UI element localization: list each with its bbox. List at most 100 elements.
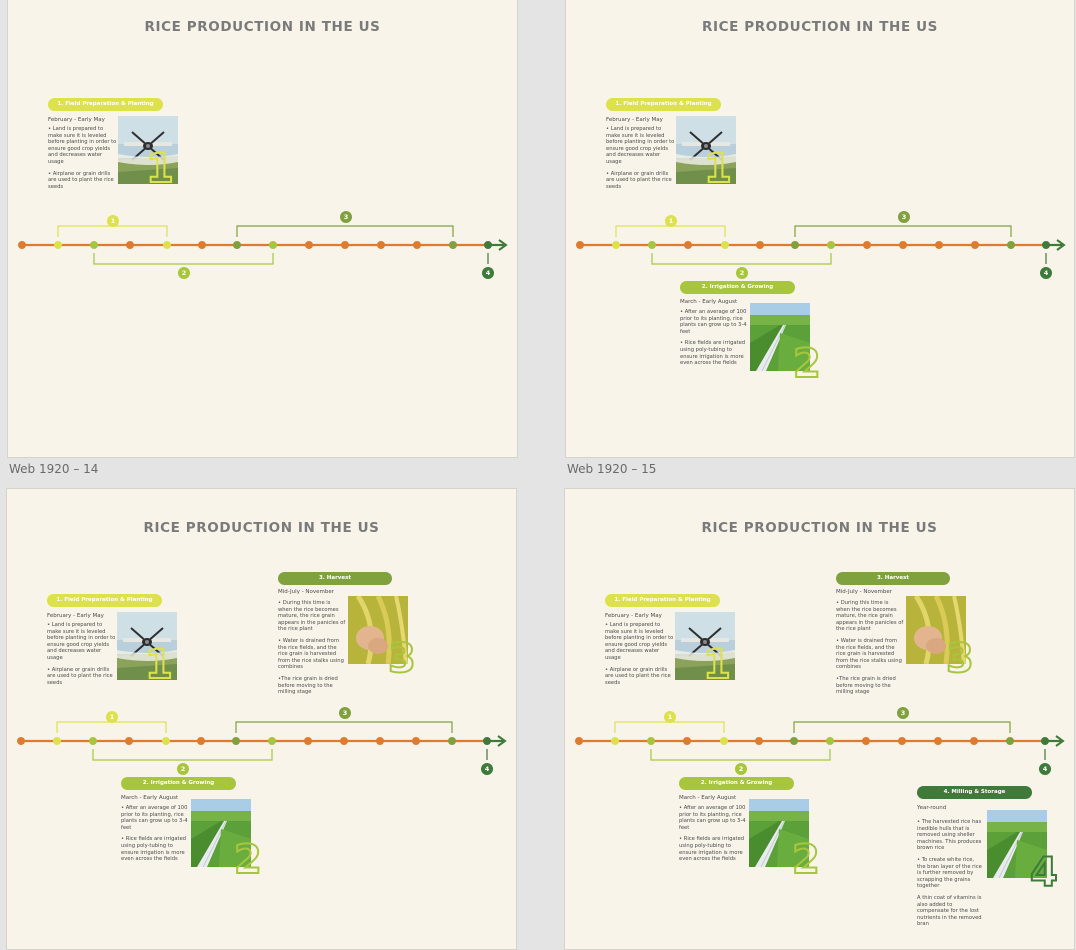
timeline-dot <box>791 241 799 249</box>
timeline-dot <box>197 737 205 745</box>
bullet-text: • During this time is when the rice beco… <box>836 600 904 633</box>
timeline-dot <box>17 737 25 745</box>
timeline-dot <box>126 241 134 249</box>
timeline-dot <box>376 737 384 745</box>
timeline-dot <box>935 241 943 249</box>
timeline-dot <box>934 737 942 745</box>
timeline-dot <box>1042 241 1050 249</box>
timeline-dot <box>683 737 691 745</box>
bullet-text: • After an average of 100 prior to its p… <box>121 805 188 831</box>
stage-marker-3: 3 <box>340 211 352 223</box>
timeline-dot <box>162 737 170 745</box>
timeline-dot <box>269 241 277 249</box>
timeline-dot <box>484 241 492 249</box>
timeline-dot <box>576 241 584 249</box>
timeline-dot <box>684 241 692 249</box>
timeline-dot <box>198 241 206 249</box>
bracket-stage-1 <box>615 225 726 237</box>
step-2-date: March - Early August <box>121 795 179 801</box>
artboard-frame-c[interactable]: RICE PRODUCTION IN THE US 1234 1. Field … <box>6 488 517 950</box>
step-3-bullets: • During this time is when the rice beco… <box>836 600 904 701</box>
step-1-bullets: • Land is prepared to make sure it is le… <box>606 126 676 195</box>
step-1-bullets: • Land is prepared to make sure it is le… <box>47 622 117 691</box>
stage-marker-2: 2 <box>178 267 190 279</box>
step-3-label: 3. Harvest <box>836 572 950 585</box>
bracket-stage-3 <box>235 721 453 733</box>
step-2-big-number: 2 <box>233 837 263 883</box>
bullet-text: • Land is prepared to make sure it is le… <box>605 622 674 661</box>
step-3-big-number: 3 <box>387 636 417 682</box>
timeline-dot <box>89 737 97 745</box>
stage-marker-1: 1 <box>665 215 677 227</box>
step-2-bullets: • After an average of 100 prior to its p… <box>680 309 748 372</box>
step-1-date: February - Early May <box>47 613 104 619</box>
bullet-text: • Airplane or grain drills are used to p… <box>48 170 114 190</box>
frame-label-14[interactable]: Web 1920 – 14 <box>9 462 98 476</box>
timeline-dot <box>899 241 907 249</box>
timeline-dot <box>305 241 313 249</box>
bullet-text: • Airplane or grain drills are used to p… <box>605 666 671 686</box>
timeline-dot <box>448 737 456 745</box>
bullet-text: • After an average of 100 prior to its p… <box>680 309 747 335</box>
bracket-stage-1 <box>56 721 167 733</box>
timeline-dot <box>826 737 834 745</box>
bullet-text: • Land is prepared to make sure it is le… <box>48 126 117 165</box>
step-4-label: 4. Milling & Storage <box>917 786 1032 799</box>
timeline-dot <box>648 241 656 249</box>
timeline-dot <box>971 241 979 249</box>
bullet-text: • To create white rice, the bran layer o… <box>917 856 982 890</box>
bullet-text: • Rice fields are irrigated using poly-t… <box>679 836 745 863</box>
timeline-dot <box>612 241 620 249</box>
timeline-dot <box>755 737 763 745</box>
timeline-dot <box>341 241 349 249</box>
bracket-stage-3 <box>794 225 1012 237</box>
bullet-text: • Rice fields are irrigated using poly-t… <box>680 340 746 367</box>
timeline-dot <box>163 241 171 249</box>
bullet-text: • Water is drained from the rice fields,… <box>836 637 902 671</box>
step-1-label: 1. Field Preparation & Planting <box>606 98 721 111</box>
stage-marker-1: 1 <box>107 215 119 227</box>
step-4-big-number: 4 <box>1029 850 1059 896</box>
stage-marker-3: 3 <box>339 707 351 719</box>
stage-marker-4: 4 <box>1040 267 1052 279</box>
step-2-date: March - Early August <box>680 299 738 305</box>
timeline-dot <box>721 241 729 249</box>
bullet-text: • After an average of 100 prior to its p… <box>679 805 746 831</box>
timeline-dot <box>413 241 421 249</box>
bullet-text: • Rice fields are irrigated using poly-t… <box>121 836 187 863</box>
step-1-label: 1. Field Preparation & Planting <box>605 594 720 607</box>
timeline-dot <box>377 241 385 249</box>
timeline-dot <box>125 737 133 745</box>
step-1-big-number: 1 <box>702 642 732 688</box>
artboard-frame-d[interactable]: RICE PRODUCTION IN THE US 1234 1. Field … <box>564 488 1075 950</box>
timeline-dot <box>862 737 870 745</box>
stage-marker-4: 4 <box>481 763 493 775</box>
bracket-stage-3 <box>236 225 454 237</box>
stage-marker-2: 2 <box>735 763 747 775</box>
bullet-text: • Airplane or grain drills are used to p… <box>606 170 672 190</box>
step-1-label: 1. Field Preparation & Planting <box>48 98 163 111</box>
bullet-text: • The harvested rice has inedible hulls … <box>917 819 982 852</box>
timeline-dot <box>340 737 348 745</box>
bullet-text: • Water is drained from the rice fields,… <box>278 637 344 671</box>
timeline-dot <box>863 241 871 249</box>
frame-label-15[interactable]: Web 1920 – 15 <box>567 462 656 476</box>
timeline-dot <box>233 241 241 249</box>
timeline-dot <box>54 241 62 249</box>
stage-marker-2: 2 <box>177 763 189 775</box>
timeline-dot <box>720 737 728 745</box>
artboard-frame-a[interactable]: RICE PRODUCTION IN THE US 1234 1. Field … <box>7 0 518 458</box>
timeline-dot <box>1006 737 1014 745</box>
bracket-stage-1 <box>614 721 725 733</box>
timeline-dot <box>268 737 276 745</box>
bullet-text: •The rice grain is dried before moving t… <box>836 675 896 696</box>
timeline-dot <box>232 737 240 745</box>
timeline-dot <box>611 737 619 745</box>
artboard-frame-b[interactable]: RICE PRODUCTION IN THE US 1234 1. Field … <box>565 0 1075 458</box>
step-1-date: February - Early May <box>48 117 105 123</box>
stage-marker-3: 3 <box>897 707 909 719</box>
stage-marker-1: 1 <box>664 711 676 723</box>
bracket-stage-2 <box>92 749 273 761</box>
step-3-big-number: 3 <box>945 636 975 682</box>
step-3-date: Mid-July - November <box>836 589 893 595</box>
